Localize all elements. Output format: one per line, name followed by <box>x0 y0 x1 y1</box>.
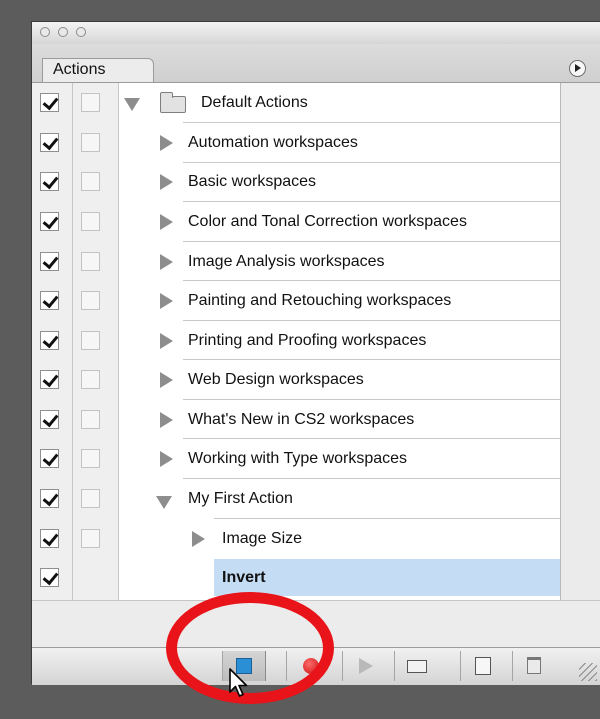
expand-triangle-down-icon[interactable] <box>124 98 140 111</box>
expand-triangle-right-icon[interactable] <box>160 451 173 467</box>
step-row[interactable]: Image Size <box>32 519 560 559</box>
toggle-item-checkbox[interactable] <box>40 172 59 191</box>
toggle-item-checkbox[interactable] <box>40 252 59 271</box>
tab-actions[interactable]: Actions <box>42 58 154 82</box>
toggle-dialog-box[interactable] <box>81 331 100 350</box>
new-action-button[interactable] <box>460 651 506 681</box>
play-button[interactable] <box>342 651 388 681</box>
action-row-expanded[interactable]: My First Action <box>32 479 560 519</box>
actions-list: Default Actions Automation workspaces Ba… <box>32 83 560 600</box>
actions-window: Actions Default Actions Automation works… <box>31 21 600 685</box>
panel-tab-bar: Actions <box>32 44 600 83</box>
new-set-button[interactable] <box>394 651 440 681</box>
toggle-item-checkbox[interactable] <box>40 410 59 429</box>
play-triangle-icon <box>359 658 373 674</box>
toggle-dialog-box[interactable] <box>81 449 100 468</box>
action-row[interactable]: Working with Type workspaces <box>32 439 560 479</box>
action-row[interactable]: Automation workspaces <box>32 123 560 163</box>
scrollbar-track[interactable] <box>560 83 600 600</box>
toggle-item-checkbox[interactable] <box>40 529 59 548</box>
folder-icon <box>407 660 427 673</box>
action-row[interactable]: Web Design workspaces <box>32 360 560 400</box>
toggle-item-checkbox[interactable] <box>40 449 59 468</box>
toggle-dialog-box[interactable] <box>81 172 100 191</box>
step-label: Image Size <box>222 530 303 547</box>
expand-triangle-right-icon[interactable] <box>160 333 173 349</box>
action-label: Working with Type workspaces <box>188 450 408 467</box>
toggle-item-checkbox[interactable] <box>40 133 59 152</box>
panel-empty-area <box>32 600 600 647</box>
actions-toolbar <box>32 647 600 685</box>
folder-icon <box>160 92 186 113</box>
action-row[interactable]: Basic workspaces <box>32 163 560 203</box>
toggle-dialog-box[interactable] <box>81 252 100 271</box>
toggle-item-checkbox[interactable] <box>40 93 59 112</box>
title-bar <box>32 22 600 45</box>
record-circle-icon <box>303 658 319 674</box>
toggle-dialog-box[interactable] <box>81 291 100 310</box>
action-label: Painting and Retouching workspaces <box>188 292 452 309</box>
toggle-dialog-box[interactable] <box>81 133 100 152</box>
record-button[interactable] <box>286 651 332 681</box>
expand-triangle-right-icon[interactable] <box>160 293 173 309</box>
toggle-item-checkbox[interactable] <box>40 291 59 310</box>
action-row[interactable]: Image Analysis workspaces <box>32 242 560 282</box>
toggle-dialog-box[interactable] <box>81 370 100 389</box>
minimize-window-button[interactable] <box>58 27 68 37</box>
action-label: Printing and Proofing workspaces <box>188 332 427 349</box>
action-label: Image Analysis workspaces <box>188 253 385 270</box>
expand-triangle-right-icon[interactable] <box>160 412 173 428</box>
step-label: Invert <box>222 569 266 586</box>
action-row[interactable]: What's New in CS2 workspaces <box>32 400 560 440</box>
resize-grip-icon[interactable] <box>579 663 597 681</box>
expand-triangle-right-icon[interactable] <box>160 135 173 151</box>
toggle-dialog-box[interactable] <box>81 529 100 548</box>
action-row[interactable]: Painting and Retouching workspaces <box>32 281 560 321</box>
toggle-item-checkbox[interactable] <box>40 489 59 508</box>
expand-triangle-down-icon[interactable] <box>156 496 172 509</box>
panel-menu-icon[interactable] <box>569 60 586 77</box>
new-page-icon <box>475 657 491 675</box>
delete-button[interactable] <box>512 651 556 681</box>
action-set-row[interactable]: Default Actions <box>32 83 560 123</box>
action-label: Color and Tonal Correction workspaces <box>188 213 467 230</box>
action-label: My First Action <box>188 490 293 507</box>
toggle-dialog-box[interactable] <box>81 93 100 112</box>
action-label: Web Design workspaces <box>188 371 364 388</box>
toggle-item-checkbox[interactable] <box>40 212 59 231</box>
step-row-selected[interactable]: Invert <box>32 559 560 599</box>
action-row[interactable]: Color and Tonal Correction workspaces <box>32 202 560 242</box>
expand-triangle-right-icon[interactable] <box>160 372 173 388</box>
expand-triangle-right-icon[interactable] <box>192 531 205 547</box>
toggle-item-checkbox[interactable] <box>40 370 59 389</box>
action-set-label: Default Actions <box>201 94 308 111</box>
toggle-dialog-box[interactable] <box>81 212 100 231</box>
action-label: Automation workspaces <box>188 134 358 151</box>
action-label: What's New in CS2 workspaces <box>188 411 415 428</box>
mouse-cursor-icon <box>229 668 248 697</box>
close-window-button[interactable] <box>40 27 50 37</box>
toggle-item-checkbox[interactable] <box>40 568 59 587</box>
action-row[interactable]: Printing and Proofing workspaces <box>32 321 560 361</box>
zoom-window-button[interactable] <box>76 27 86 37</box>
expand-triangle-right-icon[interactable] <box>160 214 173 230</box>
expand-triangle-right-icon[interactable] <box>160 174 173 190</box>
toggle-dialog-box[interactable] <box>81 410 100 429</box>
toggle-dialog-box[interactable] <box>81 489 100 508</box>
trash-icon <box>527 657 541 674</box>
action-label: Basic workspaces <box>188 173 317 190</box>
expand-triangle-right-icon[interactable] <box>160 254 173 270</box>
toggle-item-checkbox[interactable] <box>40 331 59 350</box>
